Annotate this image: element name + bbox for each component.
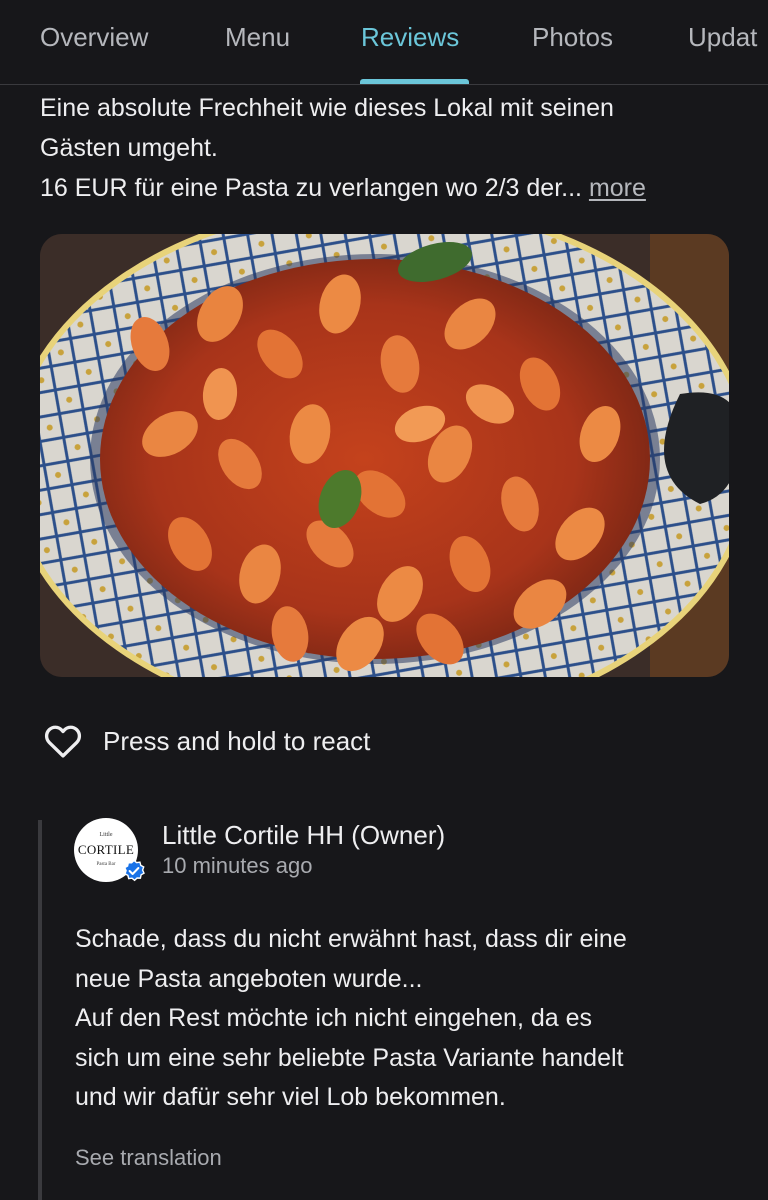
avatar-logo-top: Little — [99, 832, 113, 838]
verified-badge-icon — [122, 859, 146, 883]
tab-photos[interactable]: Photos — [532, 22, 613, 53]
reply-line: und wir dafür sehr viel Lob bekommen. — [75, 1083, 506, 1111]
tab-menu[interactable]: Menu — [225, 22, 290, 53]
owner-reply-text: Schade, dass du nicht erwähnt hast, dass… — [75, 920, 745, 1118]
see-translation-link[interactable]: See translation — [75, 1145, 222, 1171]
reply-timestamp: 10 minutes ago — [162, 853, 313, 878]
owner-name[interactable]: Little Cortile HH (Owner) — [162, 820, 445, 851]
tab-bar: Overview Menu Reviews Photos Updat — [0, 0, 768, 85]
active-tab-indicator — [360, 79, 469, 84]
reply-line: Auf den Rest möchte ich nicht eingehen, … — [75, 1004, 592, 1032]
react-label: Press and hold to react — [103, 725, 371, 756]
review-line-text: 16 EUR für eine Pasta zu verlangen wo 2/… — [40, 174, 582, 202]
reply-line: neue Pasta angeboten wurde... — [75, 964, 423, 993]
more-link[interactable]: more — [589, 174, 646, 202]
reply-thread-bar — [38, 820, 42, 1200]
reply-line: sich um eine sehr beliebte Pasta Variant… — [75, 1043, 624, 1072]
tab-updates[interactable]: Updat — [688, 22, 757, 53]
avatar-logo-name: CORTILE — [77, 842, 135, 857]
pasta-dish-photo — [40, 234, 729, 677]
owner-avatar[interactable]: Little CORTILE Pasta Bar — [74, 818, 145, 882]
review-line: 16 EUR für eine Pasta zu verlangen wo 2/… — [40, 168, 740, 208]
react-button[interactable]: Press and hold to react — [42, 718, 370, 764]
review-line: Eine absolute Frechheit wie dieses Lokal… — [40, 94, 614, 122]
review-line: Gästen umgeht. — [40, 134, 218, 162]
tab-overview[interactable]: Overview — [40, 22, 148, 53]
reply-line: Schade, dass du nicht erwähnt hast, dass… — [75, 925, 627, 953]
review-photo[interactable] — [40, 234, 729, 677]
tab-reviews[interactable]: Reviews — [361, 22, 459, 53]
heart-icon — [42, 720, 84, 762]
review-text: Eine absolute Frechheit wie dieses Lokal… — [40, 88, 740, 208]
